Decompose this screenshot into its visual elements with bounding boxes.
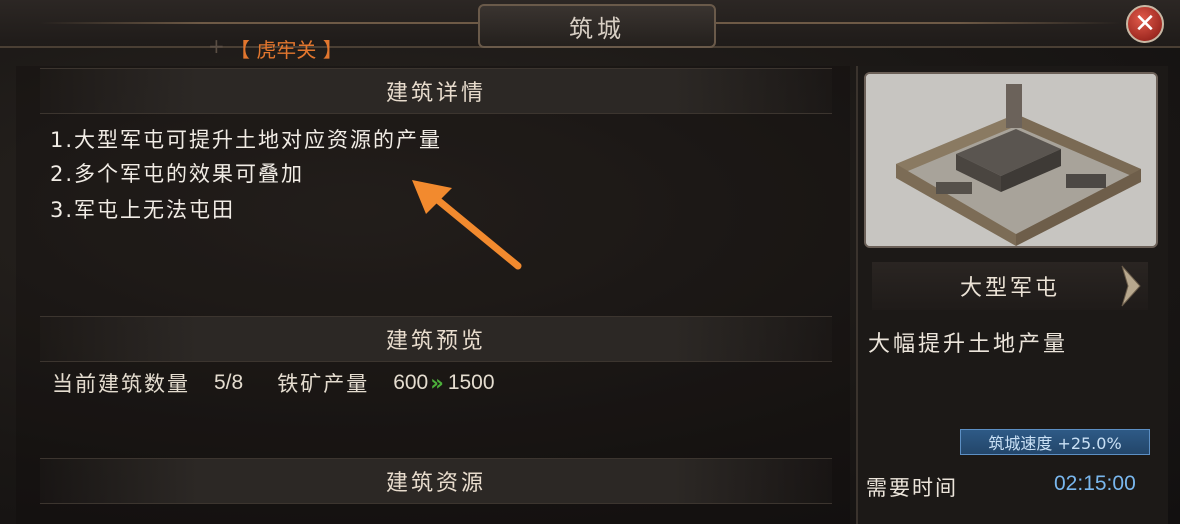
next-building-button[interactable] bbox=[1114, 262, 1148, 310]
upgrade-arrow-icon: » bbox=[430, 371, 443, 395]
resources-header: 建筑资源 bbox=[40, 458, 832, 504]
time-required-label: 需要时间 bbox=[866, 476, 958, 500]
chevron-right-icon bbox=[1121, 265, 1141, 307]
building-count-value: 5/8 bbox=[214, 371, 244, 394]
barracks-illustration bbox=[866, 74, 1156, 246]
preview-header: 建筑预览 bbox=[40, 316, 832, 362]
location-label: 【 虎牢关 】 bbox=[230, 38, 343, 62]
preview-stats: 当前建筑数量 5/8 铁矿产量 600 » 1500 bbox=[52, 368, 495, 398]
annotation-arrow-icon bbox=[412, 180, 522, 270]
detail-line-3: 3.军屯上无法屯田 bbox=[50, 198, 236, 222]
details-header: 建筑详情 bbox=[40, 68, 832, 114]
game-window: 筑城 ✕ + 【 虎牢关 】 建筑详情 1.大型军屯可提升土地对应资源的产量 2… bbox=[0, 0, 1180, 524]
iron-output-next: 1500 bbox=[447, 371, 495, 394]
building-name: 大型军屯 bbox=[872, 262, 1148, 310]
window-title: 筑城 bbox=[478, 4, 716, 48]
close-icon: ✕ bbox=[1134, 9, 1156, 39]
iron-output-label: 铁矿产量 bbox=[277, 372, 370, 396]
build-speed-badge: 筑城速度 +25.0% bbox=[960, 429, 1150, 455]
iron-output-current: 600 bbox=[393, 371, 429, 394]
time-required-value: 02:15:00 bbox=[1054, 472, 1136, 495]
building-image bbox=[864, 72, 1158, 248]
close-button[interactable]: ✕ bbox=[1126, 5, 1164, 43]
building-description: 大幅提升土地产量 bbox=[868, 332, 1069, 357]
detail-line-2: 2.多个军屯的效果可叠加 bbox=[50, 162, 305, 186]
location-marker-icon: + bbox=[208, 34, 225, 58]
building-count-label: 当前建筑数量 bbox=[52, 372, 190, 396]
detail-line-1: 1.大型军屯可提升土地对应资源的产量 bbox=[50, 128, 443, 152]
